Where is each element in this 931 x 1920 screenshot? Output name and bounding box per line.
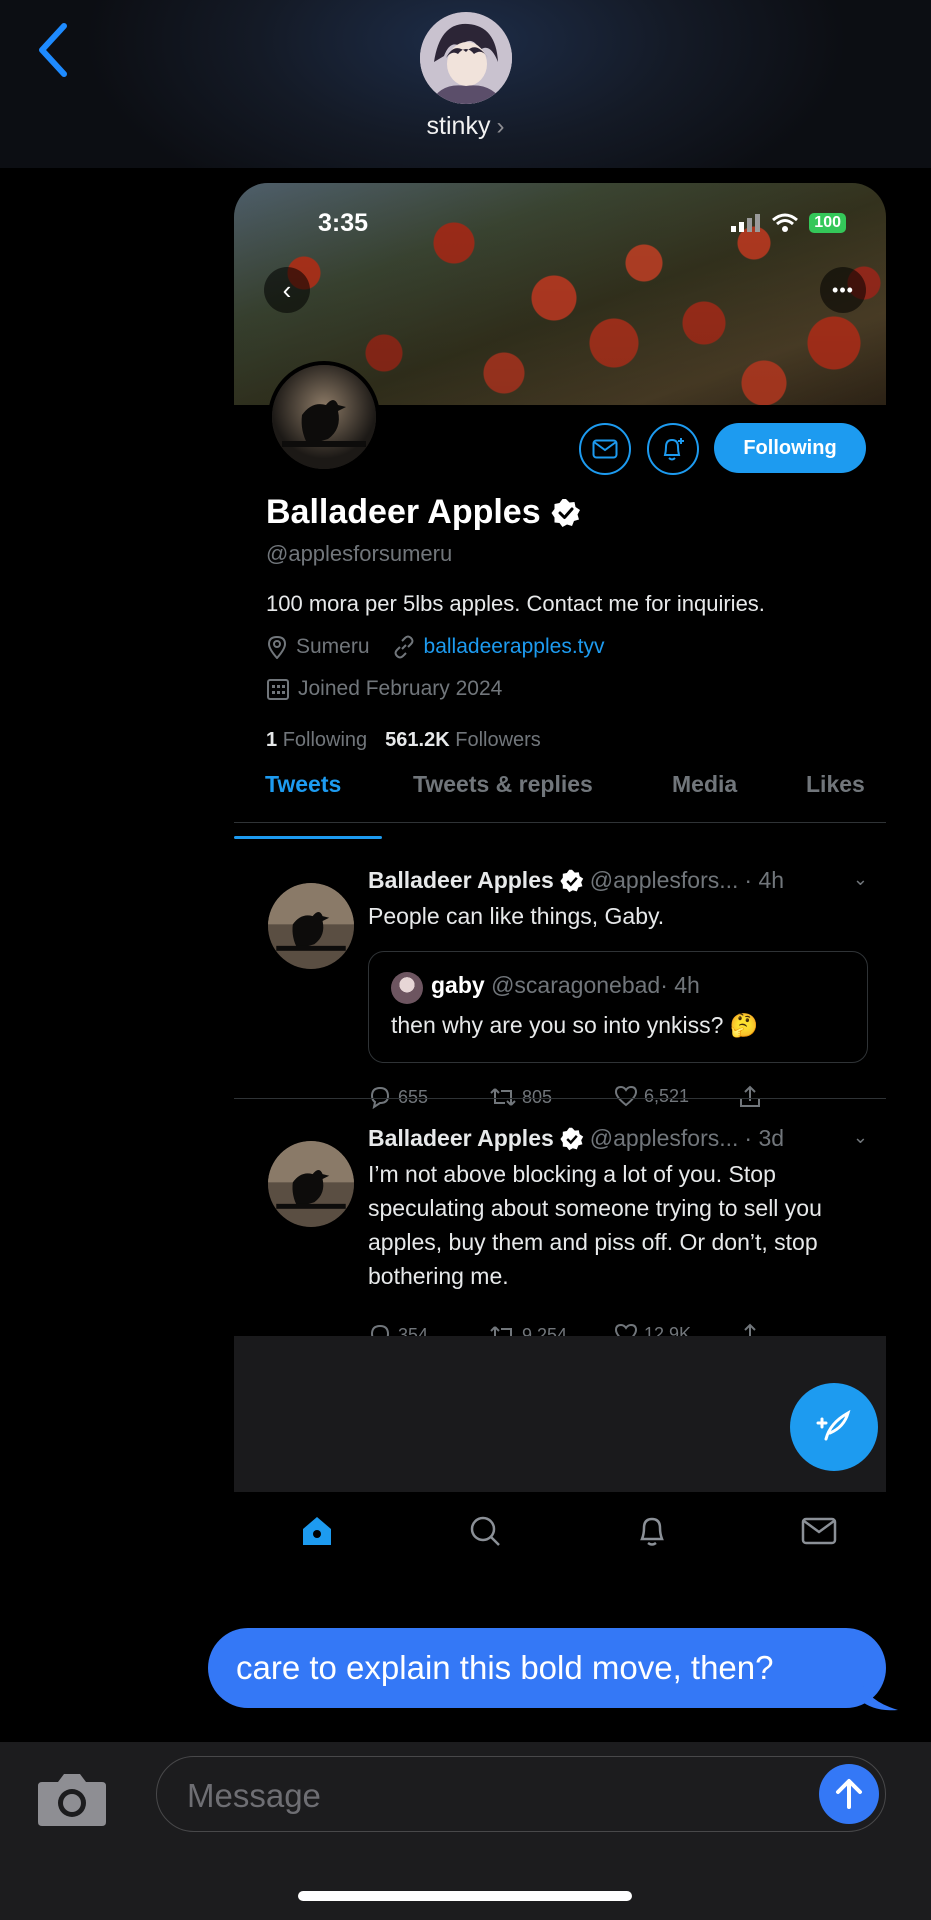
twitter-bottom-nav [234,1493,886,1573]
tweet-avatar [268,883,354,969]
profile-handle: @applesforsumeru [266,541,453,566]
following-button: Following [714,423,866,473]
message-button [579,423,631,475]
link-icon [394,635,414,659]
active-tab-indicator [234,836,382,839]
profile-back-button: ‹ [264,267,310,313]
outgoing-message-bubble[interactable]: care to explain this bold move, then? [208,1628,886,1708]
share-action [738,1085,762,1109]
share-icon [740,1085,760,1107]
back-chevron-icon[interactable] [34,22,74,78]
profile-name: Balladeer Apples [266,493,581,532]
tab-likes: Likes [806,771,865,797]
search-icon [465,1511,505,1551]
home-icon [297,1511,337,1551]
tweet-time: · 4h [744,867,785,893]
followers-label: Followers [455,729,541,751]
reply-icon [370,1086,390,1109]
quoted-time: · 4h [660,972,700,998]
verified-badge-icon [560,869,583,892]
chevron-down-icon: ⌄ [852,1127,868,1147]
tab-media: Media [672,771,738,797]
following-label: Following [282,729,368,751]
status-time: 3:35 [318,209,369,237]
quoted-handle: @scaragonebad [491,972,661,998]
compose-tweet-button [790,1383,878,1471]
contact-name[interactable]: stinky › [0,112,931,141]
bubble-tail [860,1676,898,1711]
profile-bio: 100 mora per 5lbs apples. Contact me for… [266,591,765,616]
tweet-author-name: Balladeer Apples [368,867,554,893]
heart-icon [614,1085,638,1107]
tweet-header: Balladeer Apples @applesfors... · 3d [368,1125,784,1152]
conversation-header: stinky › [0,0,931,168]
camera-icon[interactable] [36,1768,108,1828]
followers-count: 561.2K [385,729,450,751]
profile-location: Sumeru [296,635,370,658]
like-action: 6,521 [614,1085,689,1107]
verified-badge-icon [560,1127,583,1150]
wifi-icon [772,213,799,232]
tab-tweets-replies: Tweets & replies [413,771,593,797]
profile-meta: Sumeru balladeerapples.tyv [266,635,604,659]
tweet-header: Balladeer Apples @applesfors... · 4h [368,867,784,894]
tweet-author-handle: @applesfors... [589,867,739,893]
profile-avatar [268,361,380,473]
message-input[interactable]: Message [156,1756,886,1832]
tweet-author-handle: @applesfors... [589,1125,739,1151]
tweet-author-name: Balladeer Apples [368,1125,554,1151]
reply-count: 655 [398,1086,429,1107]
more-options-icon: ••• [820,267,866,313]
bell-plus-icon [663,438,684,461]
empty-area [234,1336,886,1492]
tweet-text: People can like things, Gaby. [368,903,665,929]
tweet-text: I’m not above blocking a lot of you. Sto… [368,1161,822,1289]
followers-stat: 561.2K Followers [385,729,541,752]
mail-icon [592,439,618,459]
reply-action: 655 [368,1085,428,1109]
following-stat: 1 Following [266,729,367,752]
messages-mail-icon [799,1511,839,1551]
arrow-up-icon [836,1779,862,1809]
message-placeholder: Message [187,1777,321,1814]
tweet-avatar [268,1141,354,1227]
chevron-down-icon: ⌄ [852,869,868,889]
notify-button [647,423,699,475]
tweet-divider [234,1098,886,1099]
profile-joined-text: Joined February 2024 [298,677,503,700]
tab-tweets: Tweets [265,771,342,797]
following-count: 1 [266,729,278,751]
retweet-action: 805 [490,1085,552,1109]
contact-name-label: stinky [426,112,491,140]
tweet-actions: 655 805 6,521 [368,1085,788,1113]
verified-badge-icon [551,498,580,527]
quoted-header: gaby @scaragonebad· 4h [431,972,700,999]
quoted-text: then why are you so into ynkiss? 🤔 [391,1012,759,1038]
quoted-avatar [391,972,423,1004]
calendar-icon [267,679,289,700]
contact-avatar[interactable] [420,12,512,104]
location-pin-icon [267,635,287,659]
retweet-icon [490,1088,516,1106]
status-icons: 100 [731,213,846,233]
quoted-name: gaby [431,972,485,998]
send-button[interactable] [819,1764,879,1824]
shared-screenshot[interactable]: 3:35 100 ‹ ••• Following Balladeer Apple… [234,183,886,1600]
notifications-bell-icon [632,1511,672,1551]
like-count: 6,521 [644,1085,690,1106]
signal-icon [731,214,761,232]
profile-stats: 1 Following 561.2K Followers [266,729,541,752]
profile-joined: Joined February 2024 [266,677,502,701]
profile-website: balladeerapples.tyv [423,635,605,658]
home-indicator[interactable] [298,1891,632,1901]
contact-chevron-icon: › [496,113,505,140]
tweet-time: · 3d [744,1125,785,1151]
compose-feather-icon [816,1409,851,1441]
outgoing-message-text: care to explain this bold move, then? [236,1649,774,1686]
quoted-tweet: gaby @scaragonebad· 4h then why are you … [368,951,868,1063]
battery-level: 100 [809,213,846,233]
profile-tabs: Tweets Tweets & replies Media Likes [234,771,886,823]
profile-name-text: Balladeer Apples [266,493,541,531]
retweet-count: 805 [522,1086,553,1107]
